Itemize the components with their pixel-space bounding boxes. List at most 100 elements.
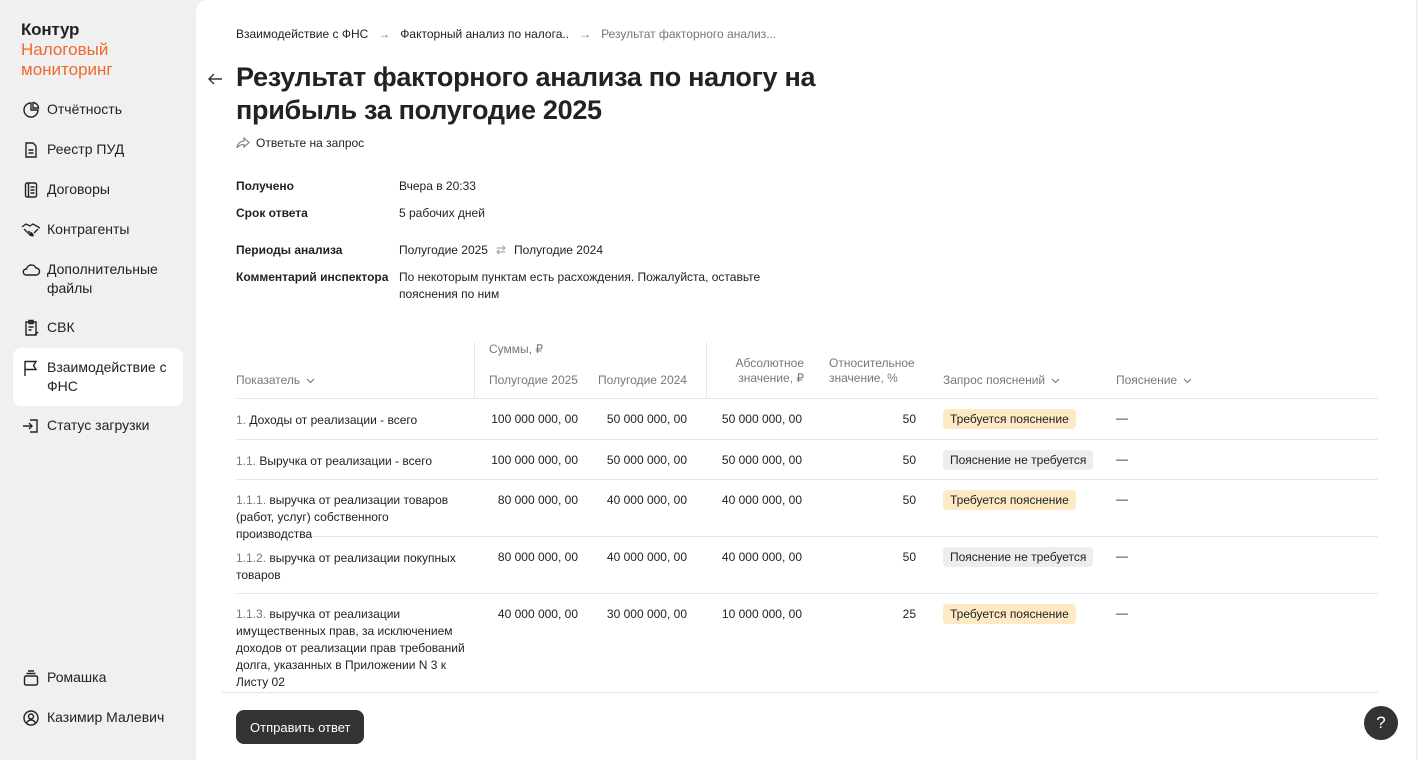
sidebar-item-fns-interaction[interactable]: Взаимодействие с ФНС — [13, 348, 183, 406]
meta-comment: Комментарий инспектора По некоторым пунк… — [236, 269, 779, 303]
sign-in-icon — [21, 416, 41, 436]
status-badge[interactable]: Требуется пояснение — [943, 490, 1076, 510]
value-absolute: 40 000 000, 00 — [721, 493, 802, 507]
value-absolute: 50 000 000, 00 — [721, 453, 802, 467]
table-row[interactable]: 1. Доходы от реализации - всего 100 000 … — [236, 399, 1378, 440]
column-header-relative: Относительное значение, % — [829, 356, 915, 385]
status-badge[interactable]: Пояснение не требуется — [943, 450, 1094, 470]
sidebar-item-contracts[interactable]: Договоры — [13, 170, 183, 210]
value-relative: 25 — [902, 607, 916, 621]
row-number: 1. — [236, 413, 247, 427]
indicator-cell: 1.1.3. выручка от реализации имущественн… — [236, 606, 466, 691]
breadcrumb-item[interactable]: Взаимодействие с ФНС — [236, 27, 368, 41]
table-row[interactable]: 1.1.3. выручка от реализации имущественн… — [236, 594, 1378, 692]
help-button[interactable]: ? — [1364, 706, 1398, 740]
value-2024: 40 000 000, 00 — [606, 550, 687, 564]
column-header-request[interactable]: Запрос пояснений — [943, 373, 1060, 388]
indicator-cell: 1. Доходы от реализации - всего — [236, 412, 466, 429]
column-header-label: Пояснение — [1116, 373, 1178, 387]
column-header-explanation[interactable]: Пояснение — [1116, 373, 1192, 388]
period-b: Полугодие 2024 — [514, 243, 603, 257]
table-row[interactable]: 1.1.2. выручка от реализации покупных то… — [236, 537, 1378, 594]
sidebar: Контур Налоговый мониторинг Отчётность Р… — [0, 0, 196, 760]
status-badge[interactable]: Пояснение не требуется — [943, 547, 1094, 567]
sidebar-item-svk[interactable]: СВК — [13, 308, 183, 348]
reply-link[interactable]: Ответьте на запрос — [236, 136, 364, 150]
arrow-right-icon: → — [579, 27, 592, 41]
handshake-icon — [21, 220, 41, 240]
pie-chart-icon — [21, 100, 41, 120]
meta-deadline: Срок ответа 5 рабочих дней — [236, 205, 779, 222]
explanation-cell[interactable]: — — [1116, 606, 1128, 620]
explanation-cell[interactable]: — — [1116, 452, 1128, 466]
meta-value: 5 рабочих дней — [399, 206, 485, 220]
sidebar-item-label: СВК — [47, 319, 75, 335]
page-title: Результат факторного анализа по налогу н… — [236, 62, 816, 125]
sidebar-item-label: Отчётность — [47, 101, 123, 117]
value-2025: 40 000 000, 00 — [497, 607, 578, 621]
breadcrumb-item[interactable]: Факторный анализ по налога.. — [400, 27, 569, 41]
value-2024: 40 000 000, 00 — [606, 493, 687, 507]
back-button[interactable] — [206, 70, 226, 90]
sidebar-item-label: Контрагенты — [47, 221, 130, 237]
document-icon — [21, 140, 41, 160]
column-header-label: Запрос пояснений — [943, 373, 1046, 387]
value-2025: 100 000 000, 00 — [491, 453, 578, 467]
arrow-left-icon — [208, 73, 222, 85]
user-name: Казимир Малевич — [47, 709, 165, 725]
meta-received: Получено Вчера в 20:33 — [236, 178, 779, 195]
reply-link-label: Ответьте на запрос — [256, 136, 365, 150]
meta-label: Получено — [236, 179, 295, 193]
org-name: Ромашка — [47, 669, 107, 685]
meta-value: По некоторым пунктам есть расхождения. П… — [399, 270, 761, 301]
flag-icon — [21, 358, 41, 378]
indicator-name: Выручка от реализации - всего — [259, 454, 433, 468]
status-badge[interactable]: Требуется пояснение — [943, 409, 1076, 429]
value-2025: 80 000 000, 00 — [497, 550, 578, 564]
indicator-name: выручка от реализации покупных товаров — [236, 551, 456, 582]
meta-value: Вчера в 20:33 — [399, 179, 476, 193]
table-row[interactable]: 1.1.1. выручка от реализации товаров (ра… — [236, 480, 1378, 541]
sidebar-item-upload-status[interactable]: Статус загрузки — [13, 406, 183, 446]
value-absolute: 40 000 000, 00 — [721, 550, 802, 564]
explanation-cell[interactable]: — — [1116, 411, 1128, 425]
row-number: 1.1.3. — [236, 607, 267, 621]
table-row[interactable]: 1.1. Выручка от реализации - всего 100 0… — [236, 440, 1378, 480]
sidebar-bottom: Ромашка Казимир Малевич — [13, 658, 183, 738]
column-group-sums: Суммы, ₽ — [489, 342, 543, 356]
meta-value: Полугодие 2025 ⇄ Полугодие 2024 — [399, 242, 779, 259]
org-switcher[interactable]: Ромашка — [13, 658, 183, 698]
footer-divider — [222, 692, 1378, 693]
column-header-2024: Полугодие 2024 — [598, 373, 687, 387]
explanation-cell[interactable]: — — [1116, 549, 1128, 563]
user-profile[interactable]: Казимир Малевич — [13, 698, 183, 738]
brand-logo[interactable]: Контур Налоговый мониторинг — [21, 20, 113, 80]
column-divider — [706, 342, 707, 399]
meta-periods: Периоды анализа Полугодие 2025 ⇄ Полугодие… — [236, 242, 779, 259]
sidebar-item-additional-files[interactable]: Дополнительные файлы — [13, 250, 183, 308]
send-answer-button[interactable]: Отправить ответ — [236, 710, 365, 744]
meta-label: Комментарий инспектора — [236, 270, 389, 284]
breadcrumb: Взаимодействие с ФНС → Факторный анализ … — [236, 27, 776, 41]
value-absolute: 50 000 000, 00 — [721, 412, 802, 426]
sidebar-item-pud-registry[interactable]: Реестр ПУД — [13, 130, 183, 170]
indicator-cell: 1.1.2. выручка от реализации покупных то… — [236, 550, 461, 584]
sidebar-nav: Отчётность Реестр ПУД Договоры Контраген… — [13, 90, 183, 446]
cloud-icon — [21, 260, 41, 280]
swap-arrows-icon: ⇄ — [495, 243, 507, 257]
column-header-absolute: Абсолютное значение, ₽ — [735, 356, 805, 385]
explanation-cell[interactable]: — — [1116, 492, 1128, 506]
row-number: 1.1.2. — [236, 551, 267, 565]
value-2025: 80 000 000, 00 — [497, 493, 578, 507]
column-header-indicator[interactable]: Показатель — [236, 373, 315, 388]
sidebar-item-label: Статус загрузки — [47, 417, 150, 433]
column-divider — [474, 342, 475, 399]
period-a: Полугодие 2025 — [399, 243, 488, 257]
indicator-name: Доходы от реализации - всего — [249, 413, 418, 427]
brand-product-line2: мониторинг — [21, 60, 113, 79]
sidebar-item-label: Реестр ПУД — [47, 141, 125, 157]
status-badge[interactable]: Требуется пояснение — [943, 604, 1076, 624]
sidebar-item-reports[interactable]: Отчётность — [13, 90, 183, 130]
chevron-down-icon — [306, 373, 315, 388]
sidebar-item-counterparties[interactable]: Контрагенты — [13, 210, 183, 250]
